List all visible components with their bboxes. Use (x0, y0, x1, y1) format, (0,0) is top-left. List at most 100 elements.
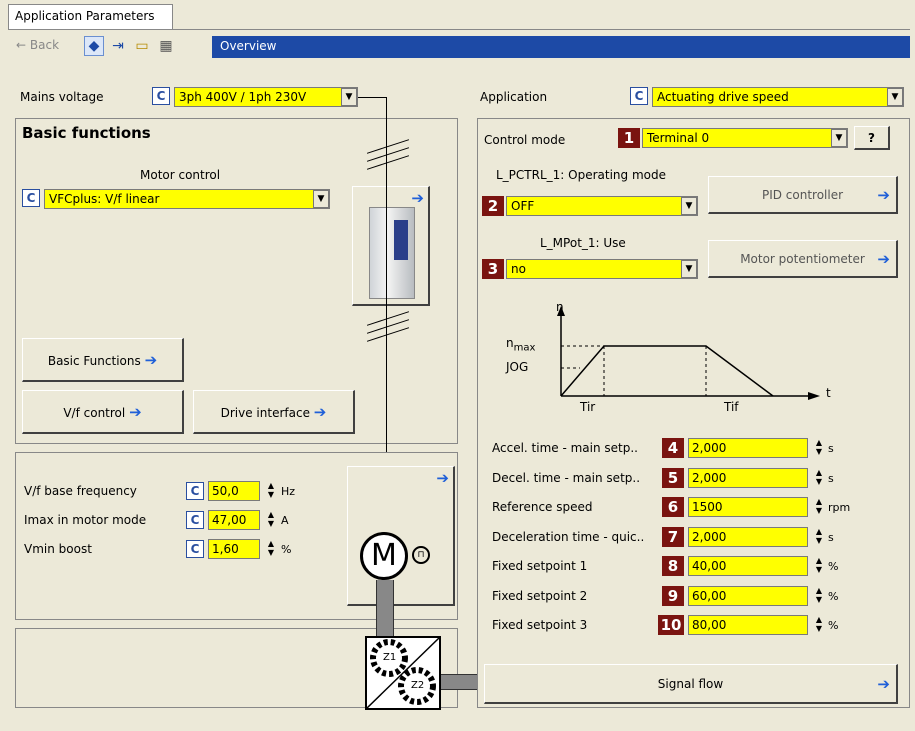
inverter-device-button[interactable]: ➔ (352, 186, 430, 306)
param-label: Fixed setpoint 3 (492, 618, 588, 632)
basic-functions-title: Basic functions (22, 124, 151, 142)
motor-control-c-button[interactable]: C (22, 189, 40, 207)
mpot-label: L_MPot_1: Use (540, 236, 626, 250)
overview-bar: Overview (212, 36, 910, 58)
graph-nmax-label: nmax (506, 336, 535, 353)
spin-control[interactable]: ▲ ▼ (812, 615, 826, 635)
spin-control[interactable]: ▲ ▼ (264, 481, 278, 501)
application-c-button[interactable]: C (630, 87, 648, 105)
param-label: Fixed setpoint 1 (492, 559, 588, 573)
chevron-down-icon[interactable]: ▼ (681, 197, 697, 215)
motor-control-select[interactable]: VFCplus: V/f linear ▼ (44, 189, 330, 209)
step-badge: 2 (482, 196, 504, 216)
help-button[interactable]: ? (854, 126, 890, 150)
motor-button[interactable]: ➔ (347, 466, 455, 606)
spin-control[interactable]: ▲ ▼ (812, 497, 826, 517)
chevron-down-icon[interactable]: ▼ (681, 260, 697, 278)
drive-interface-button[interactable]: Drive interface ➔ (193, 390, 355, 434)
vf-input[interactable]: 50,0 (208, 481, 260, 501)
param-input[interactable]: 80,00 (688, 615, 808, 635)
param-input[interactable]: 2,000 (688, 527, 808, 547)
vf-input[interactable]: 47,00 (208, 510, 260, 530)
spin-control[interactable]: ▲ ▼ (812, 586, 826, 606)
spin-control[interactable]: ▲ ▼ (812, 468, 826, 488)
graph-nmax-n: n (506, 336, 514, 350)
chevron-down-icon[interactable]: ▼ (831, 129, 847, 147)
import-icon[interactable]: ⇥ (108, 36, 128, 56)
spin-control[interactable]: ▲ ▼ (812, 527, 826, 547)
mpot-select[interactable]: no ▼ (506, 259, 698, 279)
spin-control[interactable]: ▲ ▼ (264, 539, 278, 559)
basic-functions-button-label: Basic Functions (47, 354, 141, 368)
param-label: Reference speed (492, 500, 593, 514)
param-unit: s (828, 531, 834, 544)
spin-control[interactable]: ▲ ▼ (812, 556, 826, 576)
connector-line (358, 97, 386, 98)
arrow-left-icon: ← (16, 38, 27, 52)
param-label: Fixed setpoint 2 (492, 589, 588, 603)
param-label: Accel. time - main setp.. (492, 441, 638, 455)
vf-input[interactable]: 1,60 (208, 539, 260, 559)
arrow-right-icon: ➔ (144, 351, 158, 369)
arrow-right-icon: ➔ (436, 469, 449, 487)
chevron-down-icon[interactable]: ▼ (341, 88, 357, 106)
graph-nmax-sub: max (513, 342, 536, 354)
spin-control[interactable]: ▲ ▼ (264, 510, 278, 530)
step-badge: 1 (618, 128, 640, 148)
properties-icon[interactable]: ▦ (156, 36, 176, 56)
motor-control-value: VFCplus: V/f linear (49, 192, 160, 206)
gearbox-diagram (366, 637, 440, 709)
signal-flow-button[interactable]: Signal flow ➔ (484, 664, 898, 704)
gearbox-icon: Z1 Z2 (365, 636, 441, 710)
encoder-icon: ⊓ (412, 546, 430, 564)
back-label: Back (29, 38, 60, 52)
chevron-down-icon[interactable]: ▼ (313, 190, 329, 208)
param-unit: s (828, 472, 834, 485)
param-label: Deceleration time - quic.. (492, 530, 645, 544)
arrow-right-icon: ➔ (877, 675, 890, 693)
param-unit: % (828, 590, 839, 603)
drive-interface-button-label: Drive interface (220, 406, 310, 420)
spin-control[interactable]: ▲ ▼ (812, 438, 826, 458)
application-select[interactable]: Actuating drive speed ▼ (652, 87, 904, 107)
vf-c-button[interactable]: C (186, 511, 204, 529)
home-nav-icon[interactable]: ◆ (84, 36, 104, 56)
pctrl-value: OFF (511, 199, 535, 213)
param-input[interactable]: 60,00 (688, 586, 808, 606)
control-mode-select[interactable]: Terminal 0 ▼ (642, 128, 848, 148)
application-value: Actuating drive speed (657, 90, 789, 104)
motor-icon: M (360, 532, 408, 580)
param-input[interactable]: 1500 (688, 497, 808, 517)
control-mode-value: Terminal 0 (647, 131, 710, 145)
param-input[interactable]: 40,00 (688, 556, 808, 576)
basic-functions-button[interactable]: Basic Functions ➔ (22, 338, 184, 382)
vf-c-button[interactable]: C (186, 482, 204, 500)
chevron-down-icon[interactable]: ▼ (887, 88, 903, 106)
step-badge: 10 (658, 615, 684, 635)
graph-t-label: t (826, 386, 831, 400)
param-unit: s (828, 442, 834, 455)
step-badge: 7 (662, 527, 684, 547)
gear-z1-label: Z1 (383, 652, 397, 663)
motor-symbol: M (371, 538, 397, 573)
vf-unit: Hz (281, 485, 296, 498)
tab-application-parameters[interactable]: Application Parameters (8, 4, 173, 30)
vf-label: Vmin boost (24, 542, 92, 556)
step-badge: 3 (482, 259, 504, 279)
back-button[interactable]: ← Back (16, 38, 59, 52)
mains-voltage-select[interactable]: 3ph 400V / 1ph 230V ▼ (174, 87, 358, 107)
param-input[interactable]: 2,000 (688, 438, 808, 458)
mains-c-button[interactable]: C (152, 87, 170, 105)
motor-potentiometer-button[interactable]: Motor potentiometer ➔ (708, 240, 898, 278)
step-badge: 8 (662, 556, 684, 576)
inverter-panel (394, 220, 408, 260)
vf-control-button[interactable]: V/f control ➔ (22, 390, 184, 434)
arrow-right-icon: ➔ (129, 403, 142, 421)
vf-c-button[interactable]: C (186, 540, 204, 558)
pid-controller-button[interactable]: PID controller ➔ (708, 176, 898, 214)
motor-control-label: Motor control (140, 168, 221, 182)
param-input[interactable]: 2,000 (688, 468, 808, 488)
card-icon[interactable]: ▭ (132, 36, 152, 56)
mains-voltage-label: Mains voltage (20, 90, 104, 104)
pctrl-select[interactable]: OFF ▼ (506, 196, 698, 216)
